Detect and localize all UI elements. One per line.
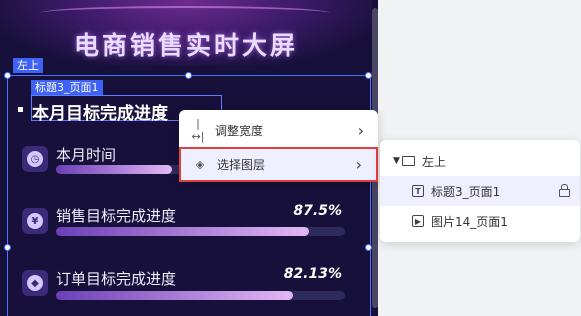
progress-bar bbox=[56, 227, 345, 236]
progress-bar bbox=[56, 291, 345, 300]
group-tag: 左上 bbox=[13, 58, 43, 73]
header-glow-decoration bbox=[40, 6, 330, 20]
resize-handle-top-center[interactable] bbox=[185, 72, 192, 79]
clock-icon: ◷ bbox=[22, 146, 48, 172]
menu-item-label: 调整宽度 bbox=[215, 123, 264, 138]
resize-handle-middle-right[interactable] bbox=[365, 244, 372, 251]
yen-icon: ¥ bbox=[22, 208, 48, 234]
metric-label: 本月时间 bbox=[56, 146, 117, 164]
menu-item-label: 选择图层 bbox=[217, 158, 266, 172]
chevron-right-icon: › bbox=[355, 155, 362, 174]
layer-row[interactable]: T 标题3_页面1 bbox=[380, 176, 580, 206]
text-layer-icon: T bbox=[412, 185, 424, 197]
metric-value: 82.13% bbox=[283, 266, 342, 282]
menu-item-select-layer[interactable]: ◈ 选择图层 › bbox=[179, 147, 378, 182]
element-tag: 标题3_页面1 bbox=[31, 80, 103, 95]
section-title[interactable]: 本月目标完成进度 bbox=[32, 99, 168, 124]
tag-icon: ◆ bbox=[22, 270, 48, 296]
chevron-right-icon: › bbox=[357, 120, 364, 140]
layer-label: 图片14_页面1 bbox=[431, 214, 508, 229]
progress-bar-fill bbox=[56, 165, 172, 174]
resize-handle-middle-left[interactable] bbox=[4, 244, 11, 251]
layer-label: 标题3_页面1 bbox=[431, 184, 501, 199]
layer-folder-row[interactable]: ▼ 左上 bbox=[380, 146, 580, 176]
resize-handle-top-left[interactable] bbox=[4, 72, 11, 79]
image-layer-icon: ▶ bbox=[412, 215, 424, 227]
progress-bar-fill bbox=[56, 291, 294, 300]
context-menu: |↔| 调整宽度 › ◈ 选择图层 › bbox=[179, 110, 378, 182]
dashboard-title[interactable]: 电商销售实时大屏 bbox=[0, 26, 372, 62]
resize-handle-top-right[interactable] bbox=[365, 72, 372, 79]
lock-icon[interactable] bbox=[559, 184, 570, 197]
menu-item-adjust-width[interactable]: |↔| 调整宽度 › bbox=[179, 113, 378, 147]
layers-icon: ◈ bbox=[195, 158, 205, 171]
resize-width-icon: |↔| bbox=[191, 117, 205, 143]
caret-down-icon[interactable]: ▼ bbox=[393, 156, 400, 166]
metric-label: 订单目标完成进度 bbox=[56, 270, 177, 288]
layer-row[interactable]: ▶ 图片14_页面1 bbox=[380, 206, 580, 236]
title-bullet bbox=[18, 107, 23, 112]
metric-value: 87.5% bbox=[293, 203, 342, 219]
metric-label: 销售目标完成进度 bbox=[56, 207, 177, 225]
layer-folder-label: 左上 bbox=[421, 154, 446, 169]
progress-bar-fill bbox=[56, 227, 309, 236]
layer-submenu: ▼ 左上 T 标题3_页面1 ▶ 图片14_页面1 bbox=[380, 140, 580, 242]
folder-icon bbox=[401, 156, 415, 166]
